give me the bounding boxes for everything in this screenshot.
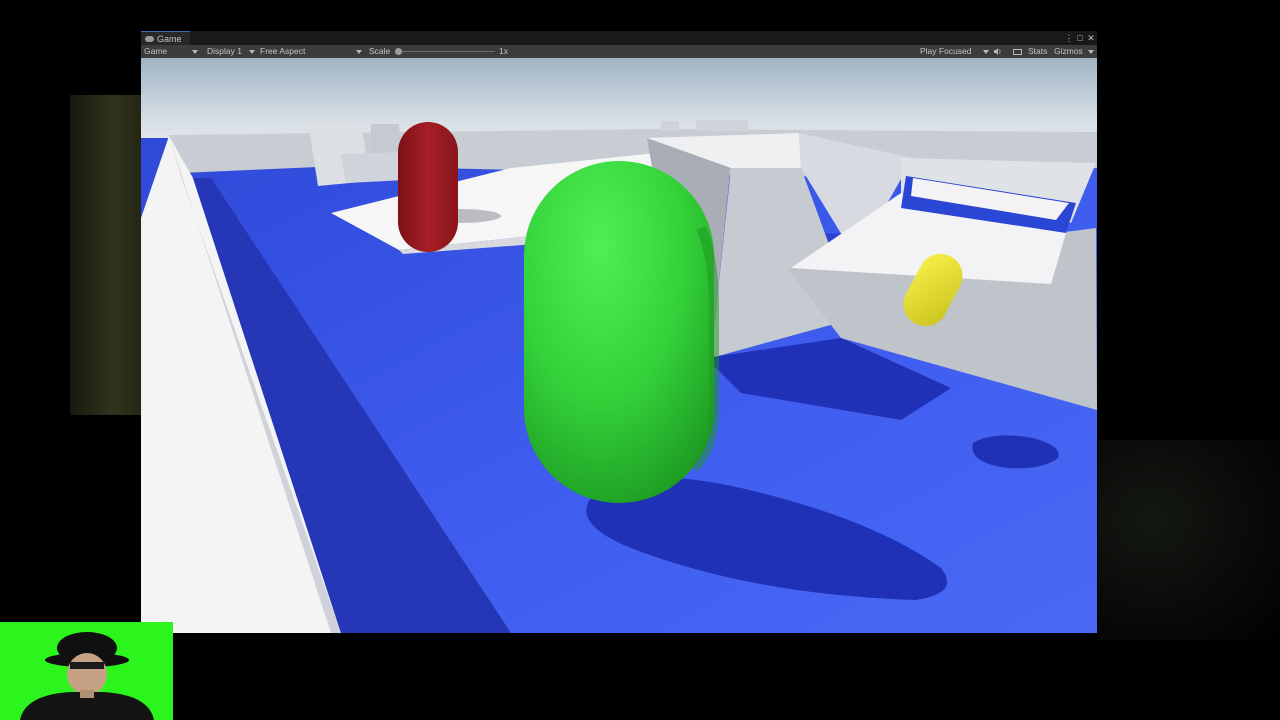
tab-game-label: Game [157,33,182,44]
gizmos-button[interactable]: Gizmos [1054,45,1083,58]
background-blur-left [70,95,142,415]
chevron-down-icon [356,50,362,54]
game-mode-dropdown[interactable]: Game [144,45,167,58]
chevron-down-icon [1088,50,1094,54]
scale-label: Scale [369,46,391,56]
red-capsule [398,122,458,252]
background-blur-right [1098,440,1280,640]
webcam-overlay [0,622,173,720]
player-capsule [524,161,714,503]
close-icon[interactable]: ✕ [1085,31,1097,45]
aspect-label: Free Aspect [260,46,306,56]
gamepad-icon [145,35,154,42]
display-dropdown[interactable]: Display 1 [207,45,242,58]
display-label: Display 1 [207,46,242,56]
game-window: Game ⋮ □ ✕ Game Display 1 Free Aspect Sc… [141,31,1097,633]
play-mode-dropdown[interactable]: Play Focused [920,45,972,58]
game-scene [141,58,1097,633]
aspect-dropdown[interactable]: Free Aspect [260,45,305,58]
chevron-down-icon [249,50,255,54]
chevron-down-icon [983,50,989,54]
keyboard-icon[interactable] [1013,49,1022,55]
chevron-down-icon [192,50,198,54]
tab-bar: Game ⋮ □ ✕ [141,31,1097,45]
scale-slider-track[interactable] [397,51,495,52]
back-block-4 [661,121,679,131]
game-mode-label: Game [144,46,168,56]
game-viewport[interactable] [141,58,1097,633]
scale-value: 1x [499,46,508,56]
speaker-icon[interactable] [994,48,1002,55]
game-toolbar: Game Display 1 Free Aspect Scale 1x Play… [141,45,1097,58]
stats-button[interactable]: Stats [1028,45,1047,58]
scale-slider-handle[interactable] [395,48,402,55]
tab-game[interactable]: Game [141,31,190,45]
back-block-5 [696,120,748,131]
play-mode-label: Play Focused [920,46,972,56]
back-block-3 [341,152,406,183]
presenter-silhouette [20,632,154,720]
